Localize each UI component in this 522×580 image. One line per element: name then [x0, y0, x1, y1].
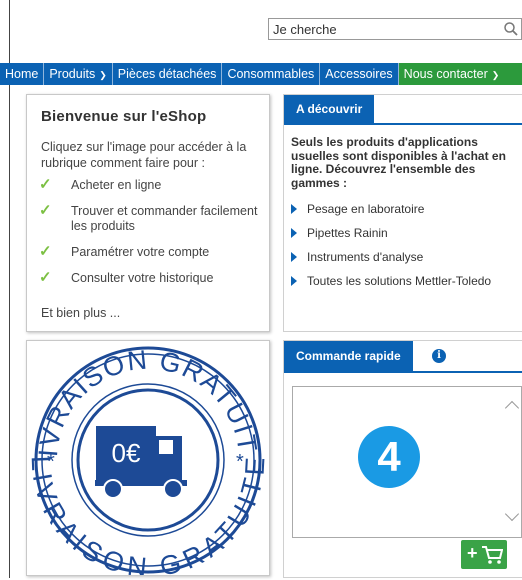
info-icon[interactable]: i	[432, 349, 446, 363]
nav-consommables[interactable]: Consommables	[222, 63, 321, 85]
list-item[interactable]: ✓ Consulter votre historique	[39, 269, 264, 286]
welcome-panel[interactable]: Bienvenue sur l'eShop Cliquez sur l'imag…	[26, 94, 270, 332]
list-item-label: Consulter votre historique	[71, 271, 214, 285]
list-item[interactable]: ✓ Acheter en ligne	[39, 176, 264, 193]
tab-a-decouvrir[interactable]: A découvrir	[284, 95, 375, 123]
nav-nous-contacter[interactable]: Nous contacter ❯	[398, 63, 522, 85]
left-border	[9, 0, 10, 578]
nav-contact-label: Nous contacter	[403, 67, 488, 81]
cart-icon	[482, 546, 503, 564]
discover-link-label: Toutes les solutions Mettler-Toledo	[307, 274, 492, 288]
discover-panel: A découvrir Seuls les produits d'applica…	[283, 94, 522, 332]
quick-order-textarea[interactable]: 4	[292, 386, 522, 538]
list-item[interactable]: ✓ Paramétrer votre compte	[39, 243, 264, 260]
tab-commande-rapide[interactable]: Commande rapide	[284, 341, 413, 371]
discover-links: Pesage en laboratoire Pipettes Rainin In…	[291, 202, 491, 298]
discover-description: Seuls les produits d'applications usuell…	[291, 135, 506, 190]
search-icon[interactable]	[503, 21, 519, 42]
nav-accessoires[interactable]: Accessoires	[320, 63, 399, 85]
star-icon: *	[47, 451, 55, 473]
check-icon: ✓	[39, 243, 52, 260]
welcome-title: Bienvenue sur l'eShop	[41, 108, 207, 125]
chevron-down-icon: ❯	[99, 70, 107, 80]
triangle-right-icon	[291, 276, 297, 286]
nav-home-label: Home	[5, 67, 39, 81]
free-shipping-banner[interactable]: LIVRAISON GRATUITE LIVRAISON GRATUITE * …	[17, 317, 270, 580]
welcome-intro: Cliquez sur l'image pour accéder à la ru…	[41, 140, 247, 170]
discover-tabbar: A découvrir	[284, 95, 522, 125]
discover-link[interactable]: Instruments d'analyse	[291, 250, 491, 274]
quick-order-tabbar: Commande rapide i	[284, 341, 522, 373]
add-to-cart-button[interactable]: +	[461, 540, 507, 569]
check-icon: ✓	[39, 202, 52, 219]
check-icon: ✓	[39, 269, 52, 286]
discover-link[interactable]: Pesage en laboratoire	[291, 202, 491, 226]
nav-produits[interactable]: Produits ❯	[44, 63, 113, 85]
price-label: 0€	[112, 438, 141, 468]
plus-icon: +	[467, 543, 478, 563]
nav-produits-label: Produits	[49, 67, 96, 81]
quick-order-panel: Commande rapide i 4 +	[283, 340, 522, 578]
scroll-down-icon[interactable]	[504, 506, 520, 522]
search-box[interactable]	[268, 18, 522, 40]
step-badge: 4	[358, 426, 420, 488]
welcome-list: ✓ Acheter en ligne ✓ Trouver et commander …	[39, 176, 264, 297]
discover-link[interactable]: Toutes les solutions Mettler-Toledo	[291, 274, 491, 298]
nav-pieces-detachees[interactable]: Pièces détachées	[113, 63, 223, 85]
triangle-right-icon	[291, 252, 297, 262]
discover-link[interactable]: Pipettes Rainin	[291, 226, 491, 250]
chevron-down-icon: ❯	[491, 70, 500, 80]
nav-consommables-label: Consommables	[227, 67, 315, 81]
list-item-label: Trouver et commander facilement les prod…	[71, 204, 258, 233]
list-item-label: Paramétrer votre compte	[71, 245, 210, 259]
star-icon: *	[236, 451, 244, 473]
discover-link-label: Pesage en laboratoire	[307, 202, 425, 216]
scroll-up-icon[interactable]	[504, 400, 520, 416]
triangle-right-icon	[291, 228, 297, 238]
free-shipping-stamp: LIVRAISON GRATUITE LIVRAISON GRATUITE * …	[17, 317, 269, 580]
check-icon: ✓	[39, 176, 52, 193]
triangle-right-icon	[291, 204, 297, 214]
nav-pieces-label: Pièces détachées	[117, 67, 217, 81]
discover-link-label: Pipettes Rainin	[307, 226, 388, 240]
truck-icon	[95, 426, 187, 499]
main-nav: Home Produits ❯ Pièces détachées Consomma…	[0, 63, 522, 85]
search-input[interactable]	[273, 20, 493, 38]
welcome-more: Et bien plus ...	[41, 306, 121, 320]
discover-link-label: Instruments d'analyse	[307, 250, 424, 264]
list-item[interactable]: ✓ Trouver et commander facilement les pro…	[39, 202, 264, 234]
nav-home[interactable]: Home	[0, 63, 45, 85]
list-item-label: Acheter en ligne	[71, 178, 162, 192]
nav-accessoires-label: Accessoires	[325, 67, 393, 81]
